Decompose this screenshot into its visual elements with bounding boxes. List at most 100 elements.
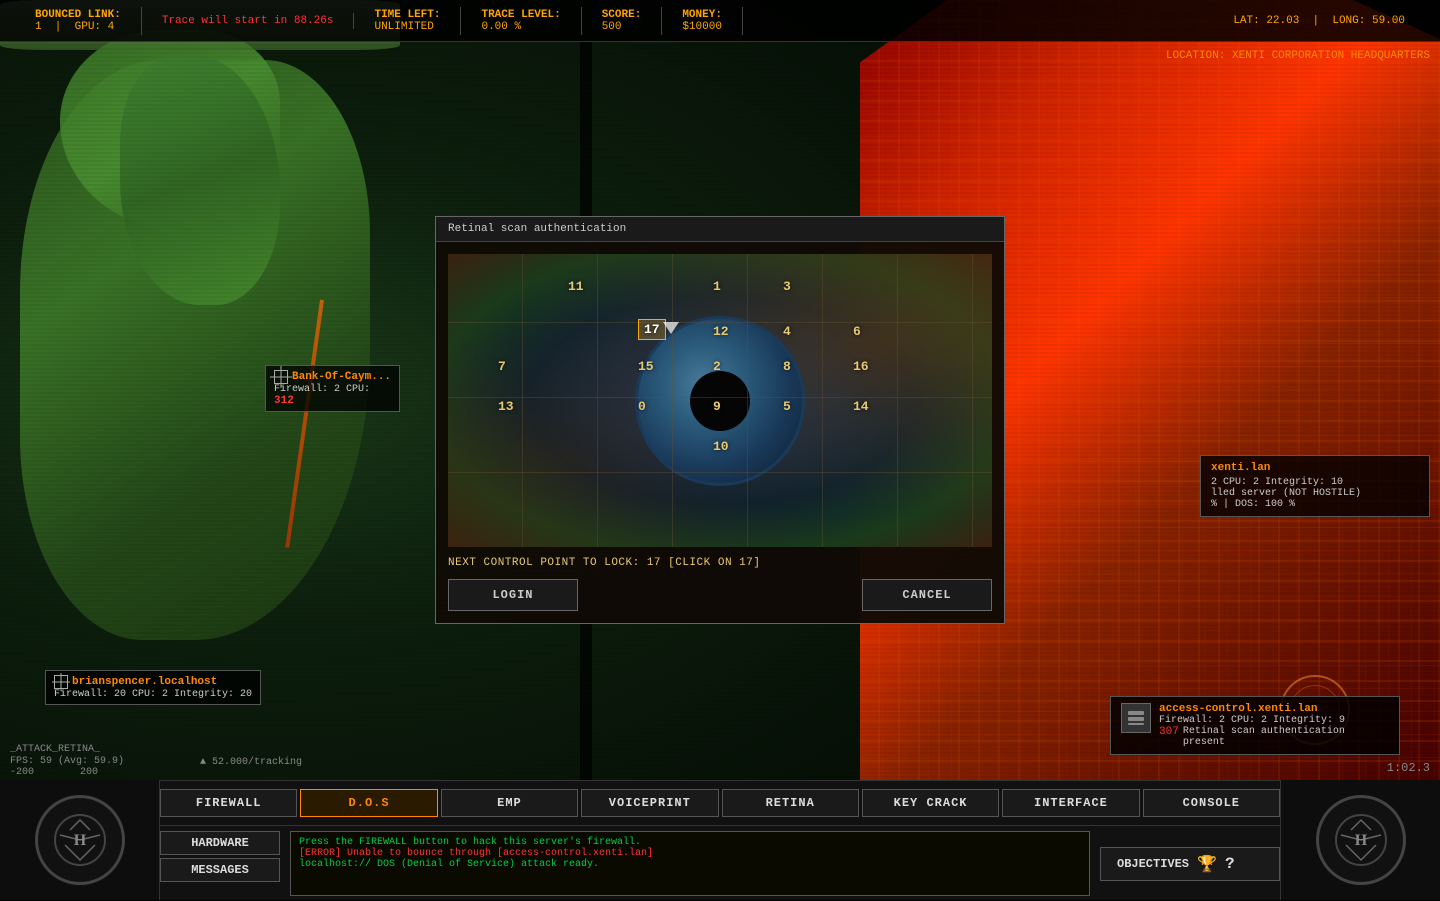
access-info2: Retinal scan authentication present [1183, 726, 1389, 748]
xenti-title: xenti.lan [1211, 462, 1419, 474]
objectives-label: OBJECTIVES [1117, 857, 1189, 871]
retinal-scan-modal: Retinal scan authentication 11 1 [435, 216, 1005, 623]
modal-body: 11 1 3 17 12 4 6 7 15 2 8 16 13 0 [436, 242, 1004, 622]
grid-num-6[interactable]: 6 [853, 324, 861, 339]
location-label: Location: Xenti Corporation Headquarters [1166, 50, 1430, 62]
modal-titlebar: Retinal scan authentication [436, 217, 1004, 242]
score-section: Score: 500 [582, 7, 663, 35]
fps-display: FPS: 59 (Avg: 59.9) [10, 756, 124, 767]
node-brian-spencer[interactable]: brianspencer.localhost Firewall: 20 CPU:… [45, 670, 261, 705]
grid-num-13[interactable]: 13 [498, 399, 514, 414]
objectives-button[interactable]: OBJECTIVES 🏆 ? [1100, 847, 1280, 881]
timer-display: 1:02.3 [1387, 761, 1430, 775]
grid-num-3[interactable]: 3 [783, 279, 791, 294]
attack-label: _ATTACK_RETINA_ [10, 744, 100, 755]
access-icon [1121, 703, 1151, 733]
grid-num-8[interactable]: 8 [783, 359, 791, 374]
crosshair-v [61, 673, 62, 691]
trace-level-label: Trace Level: [481, 9, 560, 21]
score-value: 500 [602, 21, 642, 33]
bank-cayman-title: Bank-Of-Caym... [292, 371, 391, 383]
bottom-right-buttons: OBJECTIVES 🏆 ? [1095, 826, 1280, 901]
node-crosshair-bs [54, 675, 68, 689]
node-header: Bank-Of-Caym... [274, 370, 391, 384]
keycrack-button[interactable]: KEY CRACK [862, 789, 999, 817]
retina-button[interactable]: RETINA [722, 789, 859, 817]
emp-button[interactable]: EMP [441, 789, 578, 817]
xenti-info1: 2 CPU: 2 Integrity: 10 [1211, 477, 1419, 488]
bottom-bar: FIREWALL D.O.S EMP VOICEPRINT RETINA KEY… [0, 780, 1440, 900]
dos-button[interactable]: D.O.S [300, 789, 437, 817]
node-crosshair [274, 370, 288, 384]
modal-prompt: Next control point to lock: 17 [Click on… [448, 557, 992, 569]
access-control-panel[interactable]: access-control.xenti.lan Firewall: 2 CPU… [1110, 696, 1400, 755]
firewall-button[interactable]: FIREWALL [160, 789, 297, 817]
brian-spencer-title: brianspencer.localhost [72, 676, 217, 688]
bounced-link-value: 1 | GPU: 4 [35, 21, 121, 33]
trace-warning-section: Trace will start in 88.26s [142, 13, 355, 29]
tracking-label: ▲ 52.000/tracking [200, 757, 302, 768]
console-output: Press the FIREWALL button to hack this s… [290, 831, 1090, 896]
trace-warning: Trace will start in 88.26s [162, 15, 334, 27]
messages-button[interactable]: MESSAGES [160, 858, 280, 882]
lat-long-value: LAT: 22.03 | LONG: 59.00 [1233, 15, 1405, 27]
grid-num-2[interactable]: 2 [713, 359, 721, 374]
crosshair-v [281, 368, 282, 386]
trace-level-section: Trace Level: 0.00 % [461, 7, 581, 35]
grid-num-1[interactable]: 1 [713, 279, 721, 294]
lat-long-section: LAT: 22.03 | LONG: 59.00 [1213, 13, 1425, 29]
grid-num-17[interactable]: 17 [638, 319, 666, 340]
access-info: access-control.xenti.lan Firewall: 2 CPU… [1159, 703, 1389, 748]
grid-num-5[interactable]: 5 [783, 399, 791, 414]
money-section: Money: $10000 [662, 7, 743, 35]
server-icon [1126, 708, 1146, 728]
help-icon: ? [1225, 855, 1235, 873]
node-header: brianspencer.localhost [54, 675, 252, 689]
logo-left: H [0, 780, 160, 900]
svg-text:H: H [73, 832, 86, 849]
bottom-info-row: HARDWARE MESSAGES Press the FIREWALL but… [0, 826, 1440, 901]
grid-num-11[interactable]: 11 [568, 279, 584, 294]
grid-num-7[interactable]: 7 [498, 359, 506, 374]
grid-num-16[interactable]: 16 [853, 359, 869, 374]
console-line-1: Press the FIREWALL button to hack this s… [299, 837, 1081, 848]
bottom-left-buttons: HARDWARE MESSAGES [160, 826, 285, 901]
voiceprint-button[interactable]: VOICEPRINT [581, 789, 718, 817]
grid-num-15[interactable]: 15 [638, 359, 654, 374]
logo-circle-right: H [1316, 795, 1406, 885]
cancel-button[interactable]: CANCEL [862, 579, 992, 611]
grid-num-4[interactable]: 4 [783, 324, 791, 339]
score-label: Score: [602, 9, 642, 21]
console-button[interactable]: CONSOLE [1143, 789, 1280, 817]
node-bank-of-cayman[interactable]: Bank-Of-Caym... Firewall: 2 CPU: 312 [265, 365, 400, 412]
top-status-bar: Bounced Link: 1 | GPU: 4 Trace will star… [0, 0, 1440, 42]
trophy-icon: 🏆 [1197, 854, 1217, 874]
time-section: Time Left: UNLIMITED [354, 7, 461, 35]
bounced-link-label: Bounced Link: [35, 9, 121, 21]
hacker-logo-right: H [1331, 810, 1391, 870]
login-button[interactable]: LOGIN [448, 579, 578, 611]
grid-num-12[interactable]: 12 [713, 324, 729, 339]
logo-right: H [1280, 780, 1440, 900]
money-value: $10000 [682, 21, 722, 33]
money-label: Money: [682, 9, 722, 21]
grid-num-10[interactable]: 10 [713, 439, 729, 454]
grid-num-14[interactable]: 14 [853, 399, 869, 414]
retinal-grid[interactable]: 11 1 3 17 12 4 6 7 15 2 8 16 13 0 [448, 254, 992, 546]
console-line-2: [ERROR] Unable to bounce through [access… [299, 848, 1081, 859]
bounced-link-section: Bounced Link: 1 | GPU: 4 [15, 7, 142, 35]
time-value: UNLIMITED [374, 21, 440, 33]
interface-button[interactable]: INTERFACE [1002, 789, 1139, 817]
access-num: 307 [1159, 726, 1179, 748]
xenti-info3: % | DOS: 100 % [1211, 499, 1419, 510]
brian-spencer-info: Firewall: 20 CPU: 2 Integrity: 20 [54, 689, 252, 700]
bank-cayman-info: Firewall: 2 CPU: [274, 384, 391, 395]
hacker-logo-left: H [50, 810, 110, 870]
action-buttons-row: FIREWALL D.O.S EMP VOICEPRINT RETINA KEY… [0, 781, 1440, 826]
grid-num-0[interactable]: 0 [638, 399, 646, 414]
xenti-panel[interactable]: xenti.lan 2 CPU: 2 Integrity: 10 lled se… [1200, 455, 1430, 517]
console-line-3: localhost:// DOS (Denial of Service) att… [299, 859, 1081, 870]
hardware-button[interactable]: HARDWARE [160, 831, 280, 855]
grid-num-9[interactable]: 9 [713, 399, 721, 414]
crosshair-h [272, 377, 290, 378]
